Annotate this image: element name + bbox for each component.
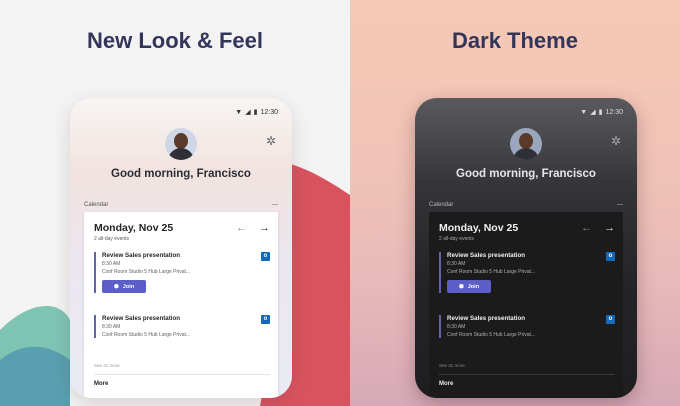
arrow-left-icon[interactable]: ←	[236, 222, 247, 234]
date-row: Monday, Nov 25 2 all-day events ← →	[439, 222, 615, 242]
event-item[interactable]: Review Sales presentation 8:30 AM Conf R…	[439, 315, 615, 338]
outlook-icon: o	[261, 315, 270, 324]
teams-icon: ⬢	[458, 283, 464, 290]
date-block: Monday, Nov 25 2 all-day events	[94, 222, 173, 242]
calendar-date: Monday, Nov 25	[439, 222, 519, 234]
divider	[94, 374, 270, 375]
event-item[interactable]: Review Sales presentation 8:30 AM Conf R…	[94, 315, 270, 338]
all-day-events[interactable]: 2 all-day events	[94, 236, 173, 242]
more-link[interactable]: More	[94, 381, 108, 387]
event-time: 8:30 AM	[102, 261, 121, 267]
event-time: 8:30 AM	[447, 324, 466, 330]
event-item[interactable]: Review Sales presentation 8:30 AM Conf R…	[439, 252, 615, 293]
greeting: Good morning, Francisco	[111, 168, 251, 180]
join-label: Join	[467, 283, 480, 290]
event-item[interactable]: Review Sales presentation 8:30 AM Conf R…	[94, 252, 270, 293]
calendar-label: Calendar	[84, 202, 109, 208]
see-more-link[interactable]: See 31 more	[94, 363, 120, 368]
calendar-header: Calendar —	[429, 199, 623, 211]
light-headline: New Look & Feel	[86, 28, 264, 53]
battery-icon: ▮	[598, 109, 603, 116]
outlook-icon: o	[261, 252, 270, 261]
avatar[interactable]	[510, 128, 542, 160]
event-location: Conf Room Studio 5 Hub Large Privat...	[447, 269, 536, 275]
outlook-icon: o	[606, 252, 615, 261]
dark-headline: Dark Theme	[452, 28, 578, 53]
arrow-right-icon[interactable]: →	[604, 222, 615, 234]
event-title: Review Sales presentation	[447, 315, 526, 322]
wifi-icon: ▼	[580, 108, 588, 116]
avatar[interactable]	[165, 128, 197, 160]
signal-icon: ◢	[245, 109, 251, 116]
avatar-head	[519, 133, 533, 149]
gear-icon[interactable]: ✲	[266, 134, 276, 148]
teams-icon: ⬢	[113, 283, 119, 290]
calendar-header: Calendar —	[84, 199, 278, 211]
arrow-left-icon[interactable]: ←	[581, 222, 592, 234]
event-location: Conf Room Studio 5 Hub Large Privat...	[102, 269, 191, 275]
more-options-icon[interactable]: —	[272, 202, 278, 208]
battery-icon: ▮	[253, 109, 258, 116]
light-phone-mockup: ▼ ◢ ▮ 12:30 ✲ Good morning, Francisco Ca…	[70, 98, 292, 398]
status-bar: ▼ ◢ ▮ 12:30	[235, 108, 278, 117]
calendar-date: Monday, Nov 25	[94, 222, 174, 234]
all-day-events[interactable]: 2 all-day events	[439, 236, 518, 242]
calendar-card: Monday, Nov 25 2 all-day events ← → Revi…	[429, 212, 623, 398]
calendar-label: Calendar	[429, 202, 454, 208]
divider	[439, 374, 615, 375]
join-button[interactable]: ⬢ Join	[102, 280, 146, 293]
signal-icon: ◢	[590, 109, 596, 116]
join-button[interactable]: ⬢ Join	[447, 280, 491, 293]
event-title: Review Sales presentation	[447, 252, 526, 259]
join-label: Join	[122, 283, 135, 290]
avatar-head	[174, 133, 188, 149]
more-options-icon[interactable]: —	[617, 202, 623, 208]
event-title: Review Sales presentation	[102, 315, 181, 322]
event-time: 8:30 AM	[102, 324, 121, 330]
event-time: 8:30 AM	[447, 261, 466, 267]
greeting: Good morning, Francisco	[456, 168, 596, 180]
status-time: 12:30	[260, 108, 278, 116]
calendar-card: Monday, Nov 25 2 all-day events ← → Revi…	[84, 212, 278, 398]
date-block: Monday, Nov 25 2 all-day events	[439, 222, 518, 242]
event-location: Conf Room Studio 5 Hub Large Privat...	[102, 332, 191, 338]
date-row: Monday, Nov 25 2 all-day events ← →	[94, 222, 270, 242]
gear-icon[interactable]: ✲	[611, 134, 621, 148]
dark-phone-mockup: ▼ ◢ ▮ 12:30 ✲ Good morning, Francisco Ca…	[415, 98, 637, 398]
status-bar: ▼ ◢ ▮ 12:30	[580, 108, 623, 117]
event-location: Conf Room Studio 5 Hub Large Privat...	[447, 332, 536, 338]
more-link[interactable]: More	[439, 381, 453, 387]
date-nav: ← →	[236, 222, 270, 234]
see-more-link[interactable]: See 31 more	[439, 363, 465, 368]
avatar-shoulders	[168, 148, 194, 160]
event-title: Review Sales presentation	[102, 252, 181, 259]
wifi-icon: ▼	[235, 108, 243, 116]
arrow-right-icon[interactable]: →	[259, 222, 270, 234]
date-nav: ← →	[581, 222, 615, 234]
outlook-icon: o	[606, 315, 615, 324]
avatar-shoulders	[513, 148, 539, 160]
status-time: 12:30	[605, 108, 623, 116]
